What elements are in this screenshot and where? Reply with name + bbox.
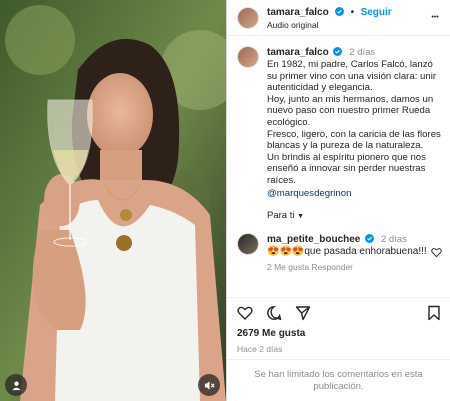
post-header: tamara_falco • Seguir Audio original ••• <box>227 0 450 36</box>
comment-button[interactable] <box>266 305 282 321</box>
audio-link[interactable]: Audio original <box>267 19 428 31</box>
caption: tamara_falco 2 días En 1982, mi padre, C… <box>237 46 442 221</box>
caption-time: 2 días <box>349 47 376 58</box>
mute-icon <box>204 380 215 390</box>
avatar[interactable] <box>237 46 259 68</box>
mention-link[interactable]: @marquesdegrinon <box>267 188 442 200</box>
follow-button[interactable]: Seguir <box>361 7 392 18</box>
user-tag-icon <box>11 380 21 390</box>
heart-icon <box>237 306 253 320</box>
comments-limited-notice: Se han limitado los comentarios en esta … <box>227 359 450 401</box>
more-icon[interactable]: ••• <box>428 14 442 21</box>
comment-time: 2 días <box>380 233 407 245</box>
comment-icon <box>267 306 282 321</box>
post-date: Hace 2 días <box>237 344 283 354</box>
comment-item: ma_petite_bouchee 2 días 😍😍😍que pasada e… <box>237 232 442 272</box>
post-photo <box>0 0 226 401</box>
caption-text: En 1982, mi padre, Carlos Falcó, lanzó s… <box>267 59 441 186</box>
verified-icon <box>335 6 345 16</box>
verified-icon <box>333 47 343 56</box>
caption-username[interactable]: tamara_falco <box>267 47 329 58</box>
bookmark-icon <box>428 305 440 321</box>
likes-count[interactable]: 2679 Me gusta <box>227 328 450 340</box>
author-info: tamara_falco • Seguir Audio original <box>267 5 428 31</box>
comment-text: 😍😍😍que pasada enhorabuena!!! <box>267 245 427 257</box>
action-bar <box>227 298 450 328</box>
comment-username[interactable]: ma_petite_bouchee <box>267 234 360 245</box>
comment-meta[interactable]: 2 Me gusta Responder <box>267 262 442 272</box>
share-button[interactable] <box>295 305 311 321</box>
comments-section: tamara_falco 2 días En 1982, mi padre, C… <box>227 36 450 298</box>
verified-icon <box>365 233 375 243</box>
save-button[interactable] <box>426 305 442 321</box>
heart-icon[interactable] <box>431 247 442 258</box>
avatar[interactable] <box>237 6 259 29</box>
share-icon <box>295 306 311 321</box>
for-you-text: Para ti <box>267 209 295 221</box>
for-you-label[interactable]: Para ti ▼ <box>267 210 442 221</box>
like-button[interactable] <box>237 305 253 321</box>
post-side-panel: tamara_falco • Seguir Audio original •••… <box>226 0 450 401</box>
avatar[interactable] <box>237 232 259 255</box>
post-video[interactable] <box>0 0 226 401</box>
mute-button[interactable] <box>198 374 220 396</box>
separator-dot: • <box>350 6 355 18</box>
tagged-users-button[interactable] <box>5 374 27 396</box>
author-username[interactable]: tamara_falco <box>267 7 329 18</box>
